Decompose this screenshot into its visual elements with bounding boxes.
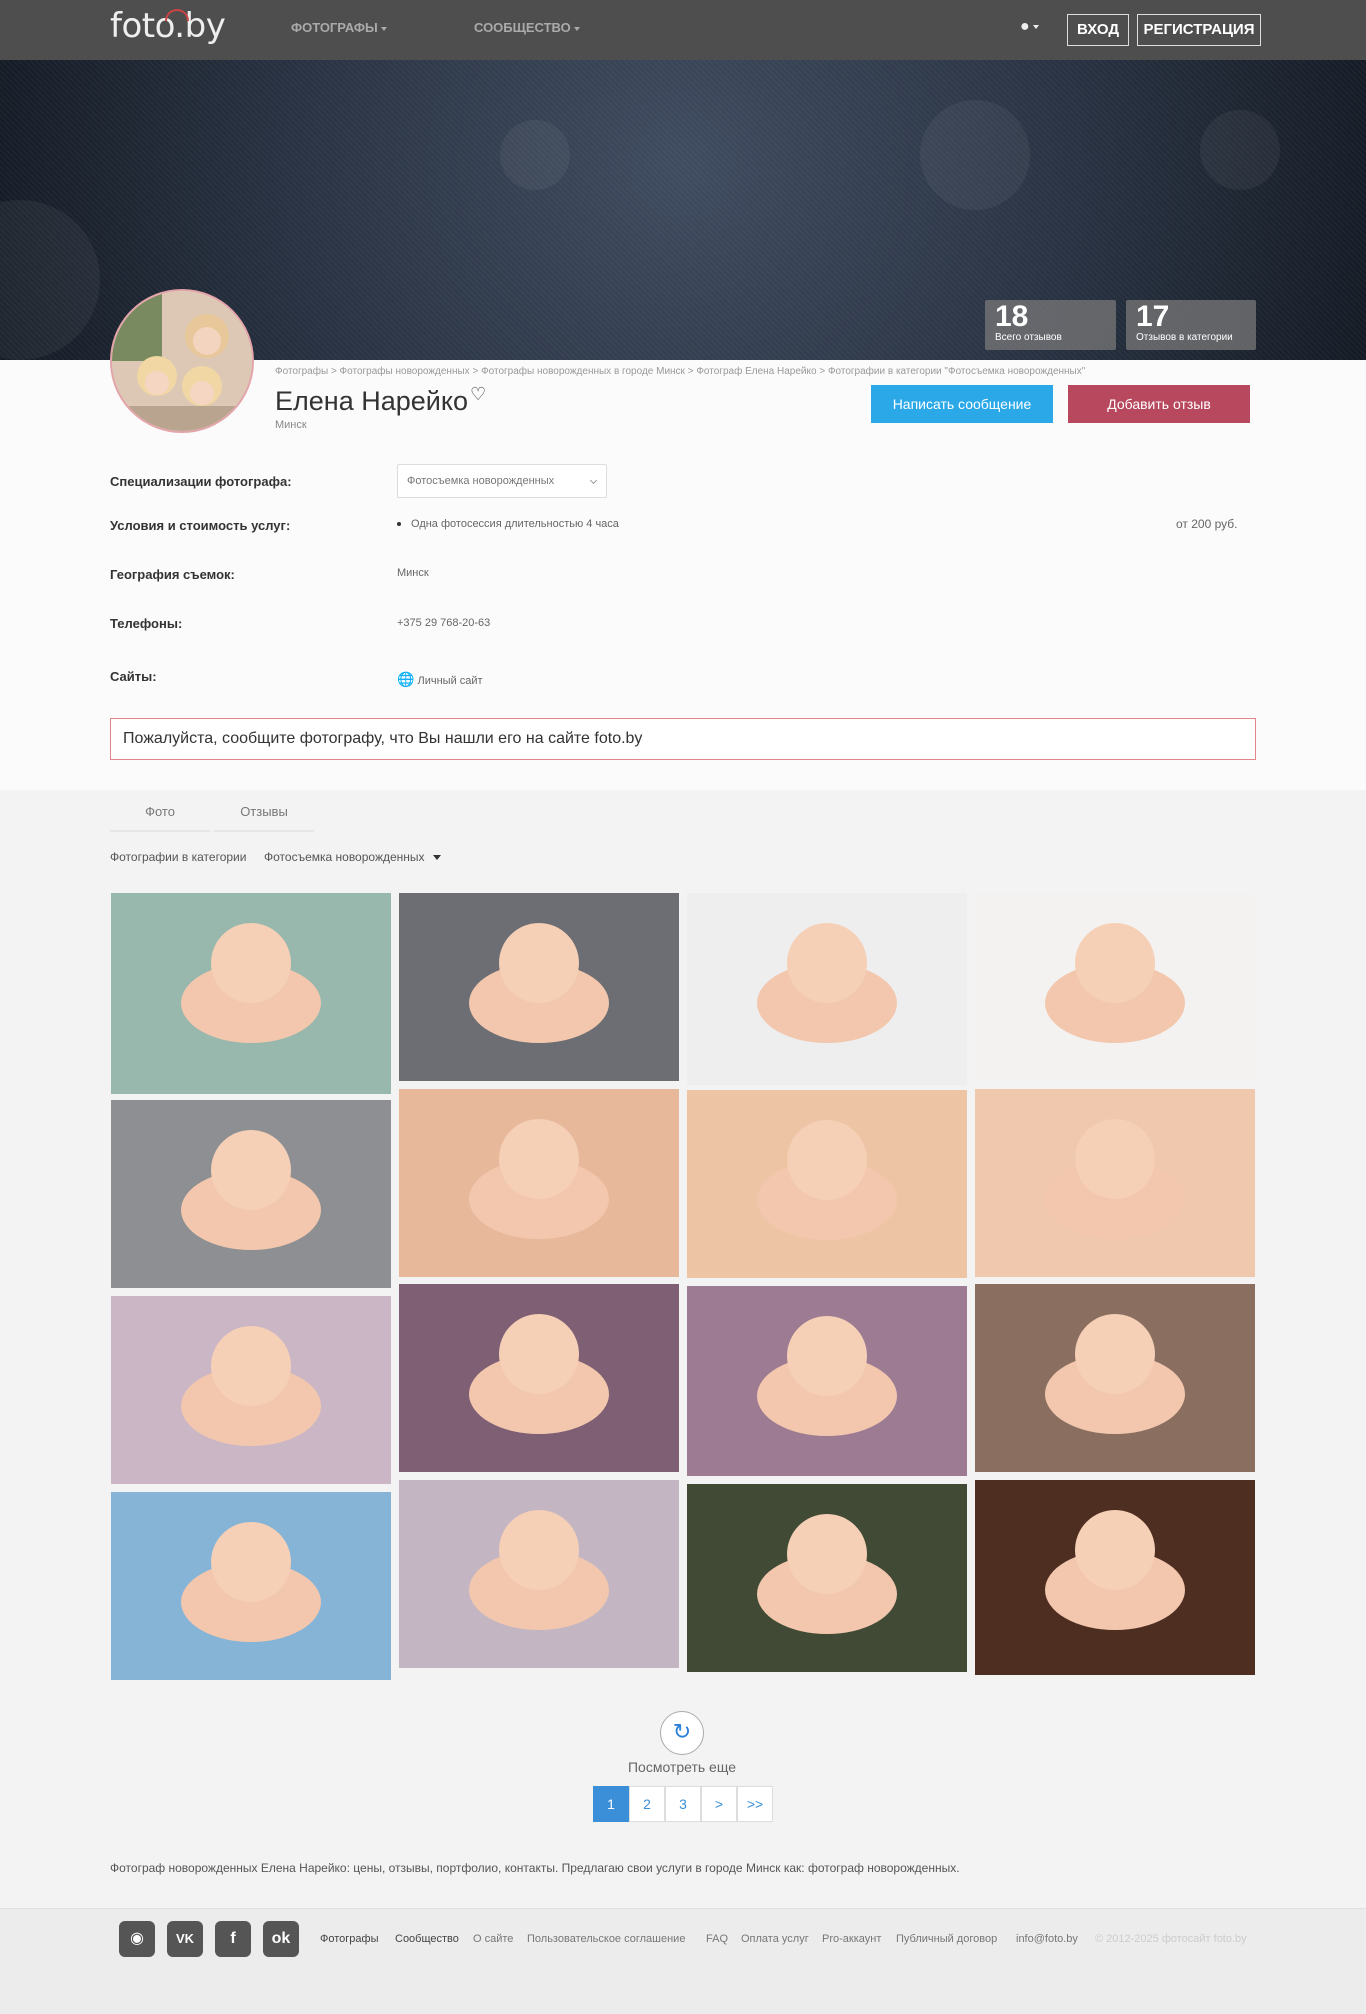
page-last[interactable]: >> — [737, 1786, 773, 1822]
photo-16[interactable] — [975, 1480, 1255, 1675]
instagram-icon[interactable]: ◉ — [119, 1921, 155, 1957]
photo-8[interactable] — [975, 1089, 1255, 1277]
footer-link-pro[interactable]: Pro-аккаунт — [822, 1933, 881, 1945]
chevron-down-icon — [589, 476, 598, 485]
footer-link-faq[interactable]: FAQ — [706, 1933, 728, 1945]
photo-14[interactable] — [399, 1480, 679, 1668]
footer-link-community[interactable]: Сообщество — [395, 1933, 459, 1945]
language-button[interactable]: ● — [1020, 18, 1039, 36]
photo-6[interactable] — [399, 1089, 679, 1277]
spec-label: Специализации фотографа: — [110, 474, 292, 489]
vk-icon[interactable]: VK — [167, 1921, 203, 1957]
filter-label: Фотографии в категории — [110, 850, 247, 864]
terms-value: Одна фотосессия длительностью 4 часа — [397, 518, 619, 530]
avatar — [110, 289, 254, 433]
footer-copyright: © 2012-2025 фотосайт foto.by — [1095, 1933, 1247, 1945]
photo-4[interactable] — [975, 893, 1255, 1081]
page-next[interactable]: > — [701, 1786, 737, 1822]
tab-photo[interactable]: Фото — [110, 800, 210, 832]
register-button[interactable]: РЕГИСТРАЦИЯ — [1137, 14, 1261, 46]
photographer-name: Елена Нарейко — [275, 386, 468, 416]
write-message-button[interactable]: Написать сообщение — [871, 385, 1053, 423]
geo-value: Минск — [397, 567, 429, 579]
photo-2[interactable] — [399, 893, 679, 1081]
refresh-icon[interactable]: ↻ — [660, 1711, 704, 1755]
footer-link-photographers[interactable]: Фотографы — [320, 1933, 378, 1945]
photo-7[interactable] — [687, 1090, 967, 1278]
chevron-down-icon — [380, 26, 387, 31]
footer-link-contract[interactable]: Публичный договор — [896, 1933, 997, 1945]
photographer-city: Минск — [275, 419, 307, 431]
page-2[interactable]: 2 — [629, 1786, 665, 1822]
caret-down-icon — [432, 855, 441, 861]
breadcrumb[interactable]: Фотографы > Фотографы новорожденных > Фо… — [275, 366, 1085, 377]
page-3[interactable]: 3 — [665, 1786, 701, 1822]
add-review-button[interactable]: Добавить отзыв — [1068, 385, 1250, 423]
specialization-select[interactable]: Фотосъемка новорожденных — [397, 464, 607, 498]
photo-15[interactable] — [687, 1484, 967, 1672]
footer-link-payment[interactable]: Оплата услуг — [741, 1933, 809, 1945]
site-logo[interactable]: foto.by — [110, 6, 226, 46]
nav-community[interactable]: СООБЩЕСТВО — [474, 20, 580, 35]
footer-email[interactable]: info@foto.by — [1016, 1933, 1078, 1945]
globe-icon: ● — [1020, 18, 1030, 35]
photo-9[interactable] — [111, 1296, 391, 1484]
seo-text: Фотограф новорожденных Елена Нарейко: це… — [110, 1861, 960, 1875]
notice-banner: Пожалуйста, сообщите фотографу, что Вы н… — [110, 718, 1256, 760]
photo-13[interactable] — [111, 1492, 391, 1680]
stat-total-reviews: 18 Всего отзывов — [985, 300, 1116, 350]
terms-price: от 200 руб. — [1176, 517, 1238, 531]
globe-icon: 🌐 — [397, 671, 415, 687]
photo-5[interactable] — [111, 1100, 391, 1288]
photo-1[interactable] — [111, 893, 391, 1094]
page-1[interactable]: 1 — [593, 1786, 629, 1822]
photo-12[interactable] — [975, 1284, 1255, 1472]
chevron-down-icon — [573, 26, 580, 31]
phones-label: Телефоны: — [110, 616, 183, 631]
chevron-down-icon — [1032, 24, 1039, 29]
footer-link-about[interactable]: О сайте — [473, 1933, 513, 1945]
sites-label: Сайты: — [110, 669, 157, 684]
facebook-icon[interactable]: f — [215, 1921, 251, 1957]
footer-link-agreement[interactable]: Пользовательское соглашение — [527, 1933, 685, 1945]
heart-icon[interactable]: ♡ — [470, 384, 486, 405]
footer — [0, 1908, 1366, 2014]
personal-site-link[interactable]: 🌐 Личный сайт — [397, 671, 483, 688]
nav-photographers[interactable]: ФОТОГРАФЫ — [291, 20, 387, 35]
photo-10[interactable] — [399, 1284, 679, 1472]
photo-3[interactable] — [687, 893, 967, 1085]
top-navbar: foto.by ФОТОГРАФЫ СООБЩЕСТВО ● ВХОД РЕГИ… — [0, 0, 1366, 60]
stat-category-reviews: 17 Отзывов в категории — [1126, 300, 1256, 350]
category-filter-dropdown[interactable]: Фотосъемка новорожденных — [264, 850, 441, 864]
show-more-label[interactable]: Посмотреть еще — [560, 1759, 804, 1775]
geo-label: География съемок: — [110, 567, 235, 582]
tab-reviews[interactable]: Отзывы — [214, 800, 314, 832]
odnoklassniki-icon[interactable]: ok — [263, 1921, 299, 1957]
phone-value[interactable]: +375 29 768-20-63 — [397, 617, 490, 629]
login-button[interactable]: ВХОД — [1067, 14, 1129, 46]
terms-label: Условия и стоимость услуг: — [110, 518, 291, 533]
photo-11[interactable] — [687, 1286, 967, 1476]
